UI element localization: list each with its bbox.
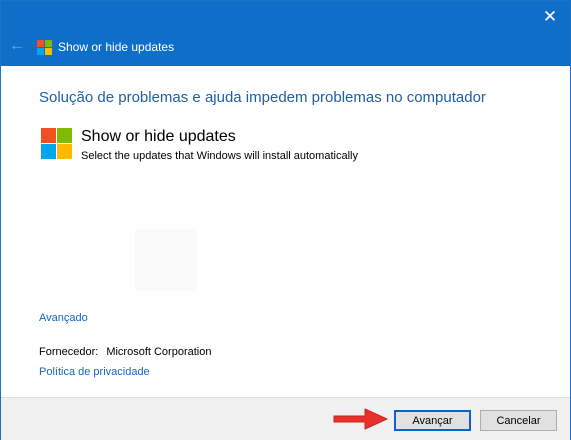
cancel-button-label: Cancelar: [496, 414, 541, 427]
tool-name: Show or hide updates: [81, 128, 236, 145]
next-button-label: Avançar: [412, 414, 453, 427]
back-arrow-icon: ←: [9, 37, 25, 54]
red-arrow-icon: [333, 408, 388, 430]
close-button[interactable]: ✕: [538, 5, 562, 29]
window-title-row: Show or hide updates: [37, 38, 174, 56]
tool-info: Show or hide updates Select the updates …: [41, 128, 358, 162]
troubleshooter-window: ✕ ← Show or hide updates Solução de prob…: [0, 0, 571, 440]
next-button[interactable]: Avançar: [394, 410, 471, 431]
tool-description: Select the updates that Windows will ins…: [81, 150, 358, 162]
windows-logo-icon: [41, 128, 72, 162]
window-title: Show or hide updates: [58, 40, 175, 54]
privacy-link[interactable]: Política de privacidade: [39, 366, 150, 378]
publisher-label: Fornecedor:: [39, 346, 99, 358]
publisher-info: Fornecedor: Microsoft Corporation: [39, 346, 211, 358]
close-icon: ✕: [542, 7, 558, 26]
title-bar: ✕ ← Show or hide updates: [1, 1, 570, 66]
windows-logo-icon: [37, 39, 52, 55]
tool-text: Show or hide updates Select the updates …: [81, 128, 358, 162]
image-placeholder: [135, 229, 197, 291]
page-heading: Solução de problemas e ajuda impedem pro…: [39, 89, 486, 106]
publisher-value: Microsoft Corporation: [106, 346, 212, 358]
footer-bar: Avançar Cancelar: [1, 397, 570, 440]
back-button[interactable]: ←: [7, 36, 27, 56]
cancel-button[interactable]: Cancelar: [480, 410, 557, 431]
advanced-link[interactable]: Avançado: [39, 312, 88, 324]
